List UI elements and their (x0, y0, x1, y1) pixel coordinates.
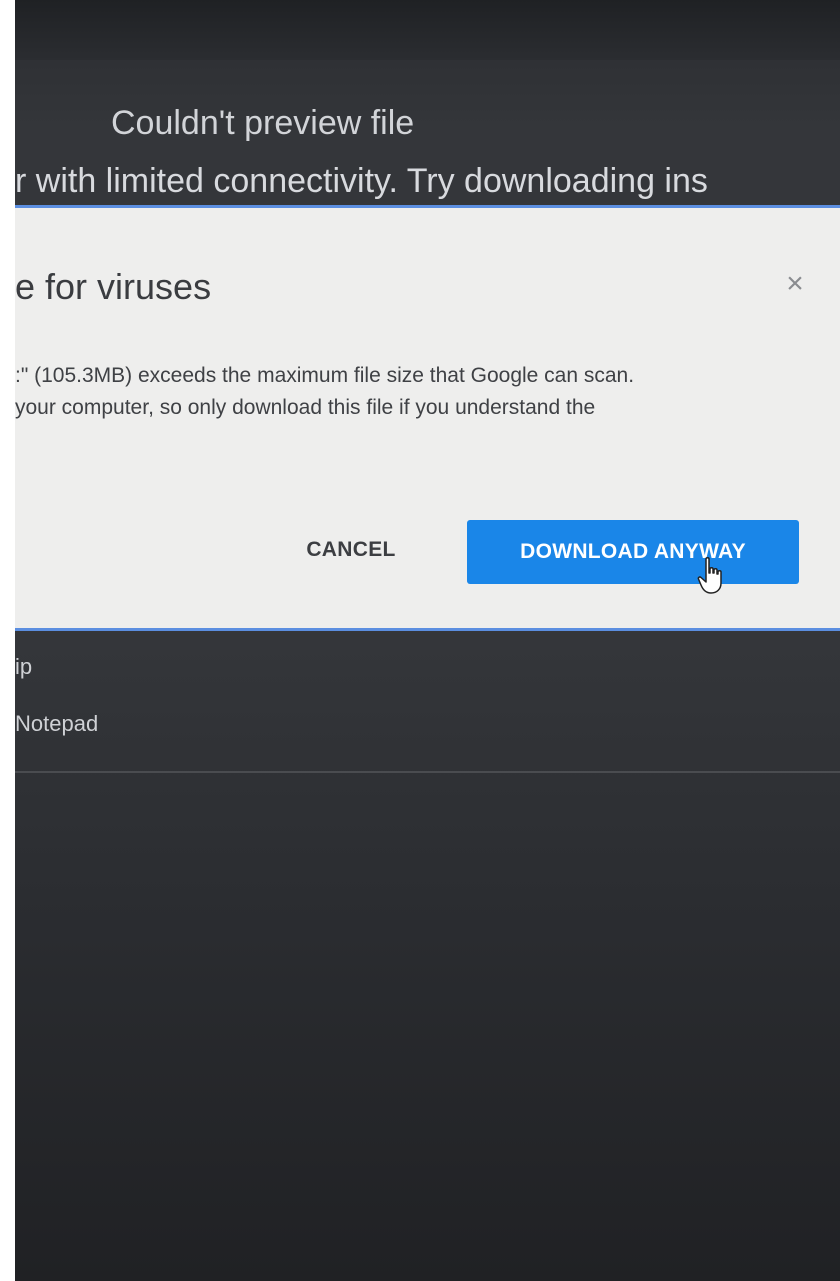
cancel-button[interactable]: CANCEL (287, 520, 415, 580)
list-item[interactable]: ip (15, 654, 32, 680)
preview-error-message: r with limited connectivity. Try downloa… (15, 162, 708, 200)
list-divider (15, 771, 840, 773)
app-window: Couldn't preview file r with limited con… (15, 0, 840, 1281)
preview-error-title: Couldn't preview file (111, 104, 415, 142)
dialog-body-line: :" (105.3MB) exceeds the maximum file si… (15, 364, 635, 387)
dialog-title: e for viruses (15, 266, 212, 307)
dialog-body: :" (105.3MB) exceeds the maximum file si… (15, 360, 840, 424)
list-item[interactable]: Notepad (15, 711, 98, 737)
dialog-body-line: your computer, so only download this fil… (15, 396, 596, 419)
hand-pointer-icon (697, 556, 722, 594)
top-bar (15, 0, 840, 60)
close-icon[interactable]: × (777, 266, 813, 302)
download-anyway-button[interactable]: DOWNLOAD ANYWAY (467, 520, 799, 584)
